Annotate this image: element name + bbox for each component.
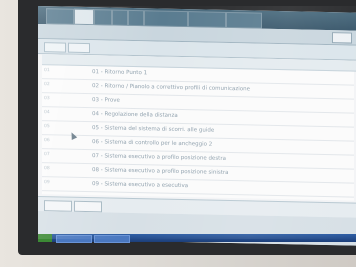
step-list: 01 01 - Ritorno Punto 1 02 02 - Ritorno … — [42, 54, 356, 201]
row-number: 07 — [44, 152, 50, 158]
bottom-button-2[interactable] — [74, 200, 102, 213]
tab-6[interactable] — [144, 10, 188, 28]
row-number: 04 — [44, 110, 50, 116]
row-number: 01 — [44, 68, 50, 74]
taskbar-item[interactable] — [56, 235, 92, 243]
row-label: 06 - Sistema di controllo per le anchegg… — [92, 139, 213, 148]
row-label: 07 - Sistema esecutivo a profilo posizio… — [92, 153, 226, 162]
row-number: 09 — [44, 180, 50, 186]
row-label: 01 - Ritorno Punto 1 — [92, 69, 148, 77]
row-number: 06 — [44, 138, 50, 144]
row-label: 04 - Regolazione della distanza — [92, 111, 178, 119]
row-number: 05 — [44, 124, 50, 130]
tab-4[interactable] — [112, 9, 128, 26]
tab-1[interactable] — [46, 8, 74, 25]
tab-3[interactable] — [94, 9, 112, 26]
sub-header-button[interactable] — [332, 32, 352, 44]
start-button[interactable] — [38, 234, 52, 242]
row-label: 03 - Prove — [92, 97, 120, 104]
toolbar-button-2[interactable] — [68, 42, 90, 54]
tab-8[interactable] — [226, 11, 262, 29]
row-label: 09 - Sistema esecutivo a esecutiva — [92, 181, 189, 190]
os-taskbar — [38, 234, 356, 243]
bottom-button-1[interactable] — [44, 200, 72, 212]
monitor-screen: 01 01 - Ritorno Punto 1 02 02 - Ritorno … — [38, 6, 356, 246]
row-number: 02 — [44, 82, 50, 88]
row-number: 03 — [44, 96, 50, 102]
row-label: 08 - Sistema esecutivo a profilo posizio… — [92, 167, 229, 176]
taskbar-item[interactable] — [94, 235, 130, 243]
tab-2[interactable] — [74, 8, 94, 26]
toolbar-button-1[interactable] — [44, 42, 66, 53]
row-number: 08 — [44, 166, 50, 172]
tab-5[interactable] — [128, 9, 144, 27]
row-label: 05 - Sistema del sistema di scorri. alle… — [92, 125, 215, 134]
row-label: 02 - Ritorno / Pianolo a correttivo prof… — [92, 83, 251, 93]
tab-7[interactable] — [188, 11, 226, 28]
